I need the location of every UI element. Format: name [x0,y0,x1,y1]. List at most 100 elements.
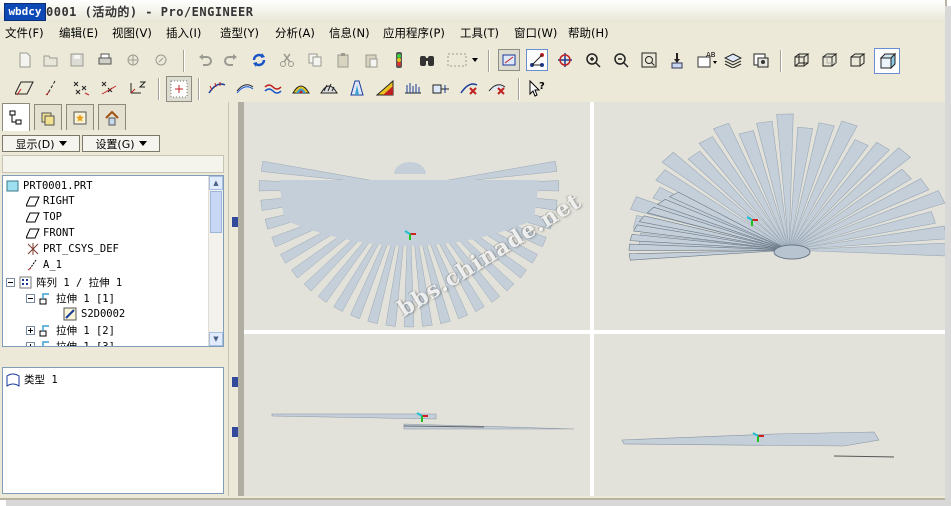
datum-plane-tool-button[interactable] [14,77,36,99]
sketch-tool-button[interactable] [166,76,192,102]
copy-button[interactable] [304,49,326,71]
viewport-isometric[interactable] [594,102,945,330]
print-button[interactable] [94,49,116,71]
scissors-icon [280,53,294,67]
menu-modeling[interactable]: 造型(Y) [220,25,259,41]
tree-item-label: FRONT [43,227,75,239]
curvature-analysis-button[interactable] [206,77,228,99]
model-player-button[interactable] [388,49,410,71]
collapse-icon[interactable] [26,293,36,304]
view-manager-button[interactable] [750,49,772,71]
tree-item-part[interactable]: PRT0001.PRT [6,179,93,192]
hidden-line-button[interactable] [818,49,840,71]
tab-connections[interactable] [98,104,126,130]
menu-edit[interactable]: 编辑(E) [59,25,98,41]
menu-info[interactable]: 信息(N) [329,25,370,41]
datum-display-button[interactable] [498,49,520,71]
settings-dropdown[interactable]: 设置(G) [82,135,160,152]
draft-analysis-button[interactable] [346,77,368,99]
panel-divider[interactable] [2,347,224,368]
menu-insert[interactable]: 插入(I) [166,25,201,41]
tree-item-right[interactable]: RIGHT [26,195,75,207]
tree-scrollbar[interactable]: ▲ ▼ [208,176,223,346]
shading-button[interactable] [874,48,900,74]
menu-help[interactable]: 帮助(H) [568,25,609,41]
save-button[interactable] [66,49,88,71]
menu-applications[interactable]: 应用程序(P) [383,25,445,41]
viewport-top[interactable] [244,334,590,496]
menu-tools[interactable]: 工具(T) [460,25,499,41]
sketch-icon [63,307,77,321]
paste-special-button[interactable] [360,49,382,71]
expand-icon[interactable] [26,325,36,336]
axis-toggle-icon [530,53,544,67]
saved-views-button[interactable]: AB [694,49,720,71]
zoom-in-button[interactable] [582,49,604,71]
menu-view[interactable]: 视图(V) [112,25,152,41]
tree-item-axis[interactable]: A_1 [26,259,62,271]
axis-icon [27,259,37,271]
scroll-up-arrow[interactable]: ▲ [209,176,223,190]
menu-window[interactable]: 窗口(W) [514,25,557,41]
sketched-point-tool-button[interactable] [98,77,120,99]
dihedral-analysis-button[interactable] [402,77,424,99]
datum-point-tool-button[interactable] [70,77,92,99]
display-dropdown[interactable]: 显示(D) [2,135,80,152]
undo-button[interactable] [194,49,216,71]
tab-favorites[interactable] [66,104,94,130]
slope-analysis-button[interactable] [374,77,396,99]
tree-item-csys[interactable]: PRT_CSYS_DEF [26,243,119,255]
no-hidden-button[interactable] [846,49,868,71]
tree-item-top[interactable]: TOP [26,211,62,223]
wireframe-button[interactable] [790,49,812,71]
tree-item-label: A_1 [43,259,62,271]
send-mail-button[interactable] [122,49,144,71]
menu-file[interactable]: 文件(F) [5,25,44,41]
viewport-side[interactable] [594,334,945,496]
refit-button[interactable] [638,49,660,71]
scroll-down-arrow[interactable]: ▼ [209,332,223,346]
hidden-line-cube-icon [822,53,838,67]
selection-dropdown[interactable] [470,49,480,71]
axis-display-button[interactable] [526,49,548,71]
redo-button[interactable] [220,49,242,71]
curve-analysis-button[interactable] [430,77,452,99]
tab-model-tree[interactable] [2,103,30,131]
tree-item-sketch[interactable]: S2D0002 [63,307,125,321]
tree-item-extrude-1[interactable]: 拉伸 1 [1] [26,291,115,306]
tree-item-extrude-3[interactable]: 拉伸 1 [3] [26,339,115,346]
delete-all-sections-button[interactable] [486,77,508,99]
tree-item-pattern[interactable]: 阵列 1 / 拉伸 1 [6,275,122,290]
offset-analysis-button[interactable] [262,77,284,99]
tree-item-extrude-2[interactable]: 拉伸 1 [2] [26,323,115,338]
spin-center-button[interactable] [554,49,576,71]
cut-button[interactable] [276,49,298,71]
layers-button[interactable] [722,49,744,71]
context-help-button[interactable]: ? [526,77,548,99]
open-file-button[interactable] [40,49,62,71]
search-button[interactable] [416,49,438,71]
selection-box-button[interactable] [444,49,470,71]
reorient-button[interactable] [666,49,688,71]
zoom-out-button[interactable] [610,49,632,71]
model-tree: PRT0001.PRT RIGHT TOP FRONT PRT_CSYS_DEF… [2,175,224,347]
reflection-icon [320,83,338,94]
viewport-divider [244,330,945,334]
menu-analysis[interactable]: 分析(A) [275,25,315,41]
collapse-icon[interactable] [6,277,16,288]
mail-attach-button[interactable] [150,49,172,71]
shaded-curvature-button[interactable] [290,77,312,99]
delete-all-curvature-button[interactable] [458,77,480,99]
layer-item[interactable]: 类型 1 [5,372,58,387]
reflection-analysis-button[interactable] [318,77,340,99]
regenerate-button[interactable] [248,49,270,71]
tree-item-front[interactable]: FRONT [26,227,75,239]
datum-axis-tool-button[interactable] [42,77,64,99]
scroll-thumb[interactable] [210,191,222,233]
tab-folder-browser[interactable] [34,104,62,130]
new-file-button[interactable] [14,49,36,71]
datum-csys-tool-button[interactable] [126,77,148,99]
paste-button[interactable] [332,49,354,71]
section-analysis-button[interactable] [234,77,256,99]
layer-panel: 类型 1 [2,367,224,494]
